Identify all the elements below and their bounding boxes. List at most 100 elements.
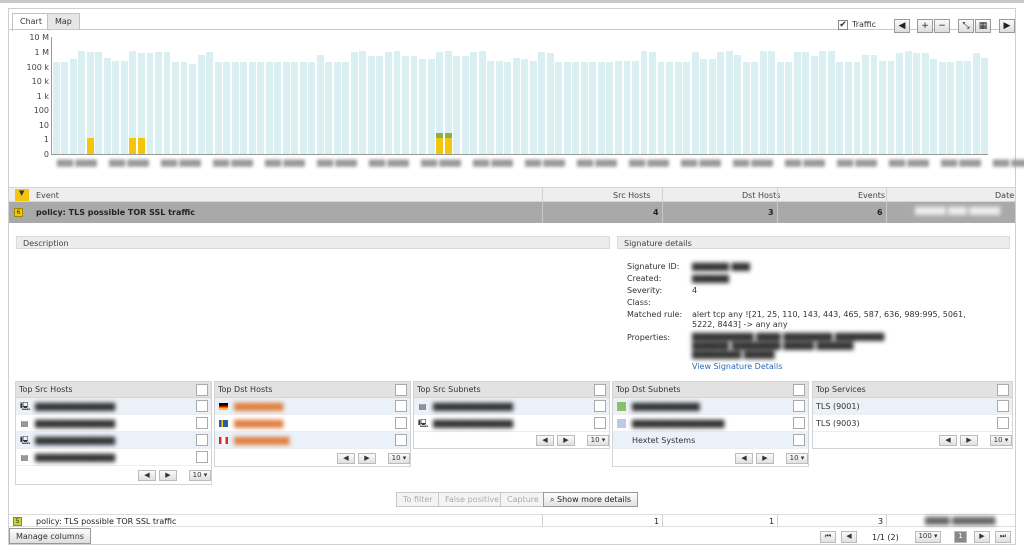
col-src-hosts-header[interactable]: Src Hosts xyxy=(613,191,651,200)
page-number-button[interactable]: 1 xyxy=(954,531,967,543)
traffic-bar xyxy=(734,54,742,154)
next-page-button[interactable]: ▶ xyxy=(557,435,575,446)
traffic-bar xyxy=(742,62,750,154)
traffic-bar xyxy=(572,62,580,154)
x-tick-label: ▇▇▇ ▇▇▇▇ xyxy=(837,159,877,167)
row-checkbox[interactable] xyxy=(594,417,606,429)
traffic-bar xyxy=(913,53,921,154)
row-checkbox[interactable] xyxy=(997,400,1009,412)
list-item[interactable]: ▇▇▇▇▇▇▇▇ xyxy=(215,415,410,432)
false-positive-button[interactable]: False positive xyxy=(438,492,507,507)
traffic-bar xyxy=(683,62,691,154)
list-item[interactable]: ▇▇▇▇▇▇▇▇▇▇▇ xyxy=(613,398,808,415)
page-size-select[interactable]: 10 ▾ xyxy=(587,435,609,446)
col-dst-hosts-header[interactable]: Dst Hosts xyxy=(742,191,780,200)
col-event-header[interactable]: Event xyxy=(36,191,59,200)
list-item[interactable]: 🖳 ▇▇▇▇▇▇▇▇▇▇▇▇▇ xyxy=(16,432,211,449)
x-tick-label: ▇▇▇ ▇▇▇▇ xyxy=(993,159,1024,167)
select-all-checkbox[interactable] xyxy=(793,384,805,396)
list-item[interactable]: TLS (9003) xyxy=(813,415,1012,432)
list-item[interactable]: ▇▇▇▇▇▇▇▇▇▇▇▇▇▇▇ xyxy=(613,415,808,432)
to-filter-button[interactable]: To filter xyxy=(396,492,440,507)
matched-rule-line1: alert tcp any ![21, 25, 110, 143, 443, 4… xyxy=(692,310,966,319)
x-tick-label: ▇▇▇ ▇▇▇▇ xyxy=(525,159,565,167)
select-all-checkbox[interactable] xyxy=(395,384,407,396)
row-checkbox[interactable] xyxy=(594,400,606,412)
traffic-bar xyxy=(981,57,989,154)
traffic-bar xyxy=(870,54,878,154)
list-item[interactable]: 🖳 ▇▇▇▇▇▇▇▇▇▇▇▇▇ xyxy=(16,398,211,415)
traffic-bar xyxy=(776,62,784,154)
col-date-header[interactable]: Date xyxy=(995,191,1014,200)
select-all-checkbox[interactable] xyxy=(594,384,606,396)
page-size-select[interactable]: 10 ▾ xyxy=(786,453,808,464)
list-item[interactable]: ▇▇▇▇▇▇▇▇ xyxy=(215,398,410,415)
row-checkbox[interactable] xyxy=(793,400,805,412)
last-page-icon[interactable]: ⏭ xyxy=(995,531,1011,543)
traffic-bar xyxy=(453,56,461,154)
traffic-bar xyxy=(819,50,827,154)
canada-flag-icon xyxy=(219,437,228,444)
server-icon: ▤ xyxy=(20,453,29,462)
tab-map[interactable]: Map xyxy=(47,13,80,30)
list-item[interactable]: Hextet Systems xyxy=(613,432,808,449)
y-tick-label: 100 xyxy=(33,106,49,116)
row-checkbox[interactable] xyxy=(395,400,407,412)
traffic-bar xyxy=(717,52,725,154)
traffic-checkbox[interactable]: ✔ xyxy=(838,20,848,30)
traffic-bar xyxy=(240,62,248,154)
show-more-details-button[interactable]: ⌕ Show more details xyxy=(543,492,639,507)
manage-columns-button[interactable]: Manage columns xyxy=(9,528,91,544)
sort-toggle[interactable]: ▼ xyxy=(15,189,29,201)
row-checkbox[interactable] xyxy=(196,417,208,429)
prev-page-button[interactable]: ◀ xyxy=(536,435,554,446)
row-checkbox[interactable] xyxy=(997,417,1009,429)
col-events-header[interactable]: Events xyxy=(858,191,885,200)
first-page-icon[interactable]: ⏮ xyxy=(820,531,836,543)
list-item[interactable]: TLS (9001) xyxy=(813,398,1012,415)
properties-label: Properties: xyxy=(627,333,671,342)
next-page-button[interactable]: ▶ xyxy=(159,470,177,481)
page-size-select[interactable]: 10 ▾ xyxy=(990,435,1012,446)
select-all-checkbox[interactable] xyxy=(196,384,208,396)
table-row[interactable]: 5 policy: TLS possible TOR SSL traffic 1… xyxy=(9,514,1015,527)
next-page-button[interactable]: ▶ xyxy=(756,453,774,464)
row-checkbox[interactable] xyxy=(196,451,208,463)
row-checkbox[interactable] xyxy=(395,417,407,429)
list-item[interactable]: ▤ ▇▇▇▇▇▇▇▇▇▇▇▇▇ xyxy=(16,415,211,432)
traffic-bar xyxy=(223,62,231,154)
row-checkbox[interactable] xyxy=(793,434,805,446)
severity-badge: 5 xyxy=(13,517,22,526)
prev-page-button[interactable]: ◀ xyxy=(939,435,957,446)
next-page-button[interactable]: ▶ xyxy=(960,435,978,446)
traffic-bar xyxy=(972,53,980,154)
row-checkbox[interactable] xyxy=(395,434,407,446)
prev-page-button[interactable]: ◀ xyxy=(138,470,156,481)
list-item[interactable]: ▇▇▇▇▇▇▇▇▇ xyxy=(215,432,410,449)
row-checkbox[interactable] xyxy=(793,417,805,429)
row-checkbox[interactable] xyxy=(196,400,208,412)
select-all-checkbox[interactable] xyxy=(997,384,1009,396)
next-page-icon[interactable]: ▶ xyxy=(974,531,990,543)
traffic-bar xyxy=(810,56,818,154)
traffic-bar xyxy=(725,50,733,154)
event-bar xyxy=(137,138,145,154)
prev-page-icon[interactable]: ◀ xyxy=(841,531,857,543)
capture-button[interactable]: Capture xyxy=(500,492,546,507)
row-checkbox[interactable] xyxy=(196,434,208,446)
list-item[interactable]: 🖳 ▇▇▇▇▇▇▇▇▇▇▇▇▇ xyxy=(414,415,609,432)
page-size-select[interactable]: 10 ▾ xyxy=(388,453,410,464)
x-tick-label: ▇▇▇ ▇▇▇▇ xyxy=(109,159,149,167)
x-tick-label: ▇▇▇ ▇▇▇▇ xyxy=(889,159,929,167)
view-signature-details-link[interactable]: View Signature Details xyxy=(692,362,782,371)
table-row-selected[interactable]: 6 policy: TLS possible TOR SSL traffic 4… xyxy=(9,202,1015,223)
list-item[interactable]: ▤ ▇▇▇▇▇▇▇▇▇▇▇▇▇ xyxy=(414,398,609,415)
list-item[interactable]: ▤ ▇▇▇▇▇▇▇▇▇▇▇▇▇ xyxy=(16,449,211,466)
page-size-select[interactable]: 10 ▾ xyxy=(189,470,211,481)
next-page-button[interactable]: ▶ xyxy=(358,453,376,464)
traffic-bar xyxy=(529,60,537,154)
page-size-select[interactable]: 100 ▾ xyxy=(915,531,941,543)
prev-page-button[interactable]: ◀ xyxy=(735,453,753,464)
traffic-bar xyxy=(359,50,367,154)
prev-page-button[interactable]: ◀ xyxy=(337,453,355,464)
